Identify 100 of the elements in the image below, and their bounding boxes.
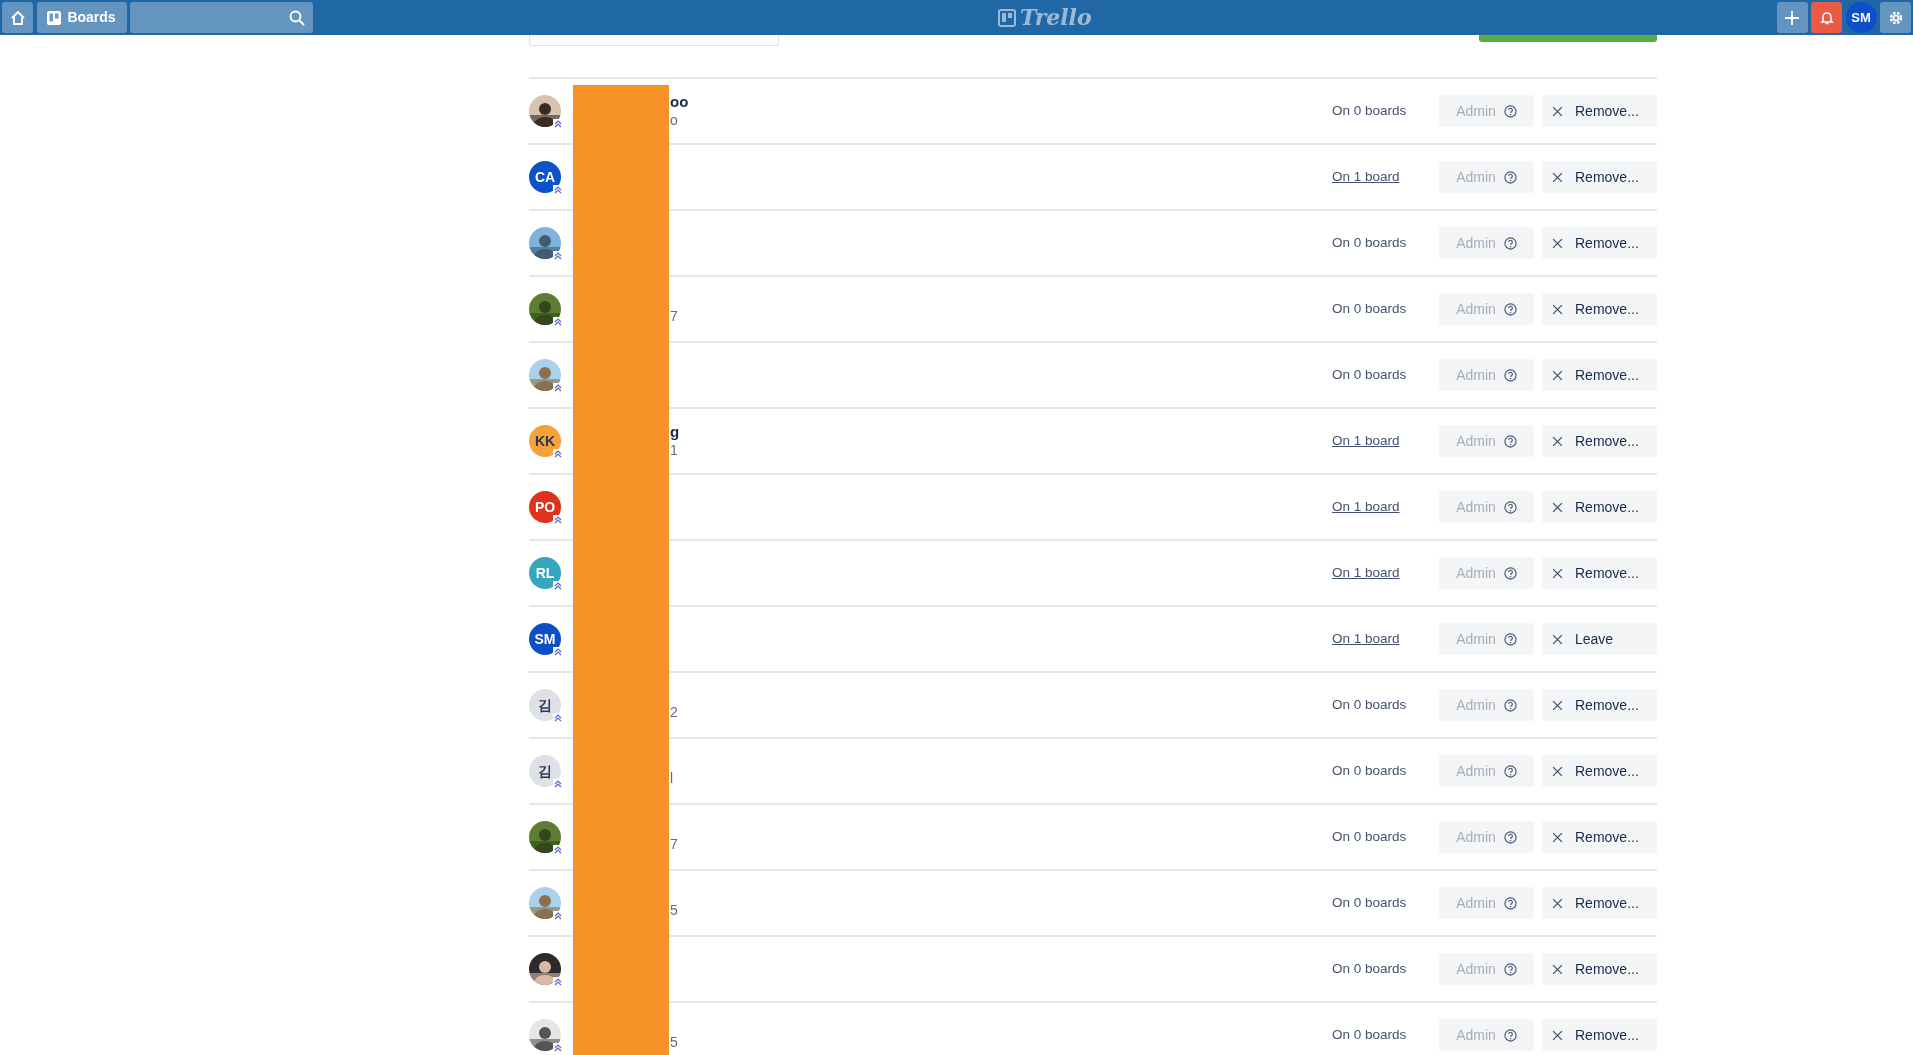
search-field[interactable] [130,2,313,33]
remove-button[interactable]: Remove... [1542,293,1657,325]
admin-badge-icon [553,383,563,393]
member-username: 2 [670,704,679,722]
admin-badge-icon [553,119,563,129]
home-button[interactable] [2,2,33,33]
add-button[interactable] [1776,2,1808,33]
remove-button[interactable]: Remove... [1542,689,1657,721]
close-icon [1552,435,1563,447]
member-username: 5 [670,902,679,920]
help-icon [1503,170,1517,184]
close-icon [1552,897,1563,909]
plus-icon [1784,9,1800,26]
help-icon [1503,632,1517,646]
boards-count: On 0 boards [1332,1025,1408,1044]
remove-button[interactable]: Remove... [1542,95,1657,127]
admin-badge-icon [553,647,563,657]
leave-button[interactable]: Leave [1542,623,1657,655]
admin-badge-icon [553,977,563,987]
help-icon [1503,104,1517,118]
close-icon [1552,303,1563,315]
member-username: 1 [670,441,679,460]
user-avatar: KK [529,425,561,457]
boards-count: On 0 boards [1332,761,1408,780]
member-username: l [670,770,675,788]
board-icon [47,10,62,25]
close-icon [1552,105,1563,117]
remove-button[interactable]: Remove... [1542,425,1657,457]
board-icon [997,8,1016,27]
admin-badge-icon [553,251,563,261]
help-icon [1503,896,1517,910]
remove-button[interactable]: Remove... [1542,887,1657,919]
user-avatar: RL [529,557,561,589]
admin-badge-icon [553,449,563,459]
remove-button[interactable]: Remove... [1542,491,1657,523]
help-icon [1503,368,1517,382]
remove-button[interactable]: Remove... [1542,953,1657,985]
member-username: 7 [670,308,679,326]
input-field[interactable] [529,35,779,46]
boards-count: On 0 boards [1332,959,1408,978]
member-name: g [670,422,681,442]
help-icon [1503,302,1517,316]
admin-badge-icon [553,185,563,195]
close-icon [1552,831,1563,843]
user-avatar: CA [529,161,561,193]
close-icon [1552,1029,1563,1041]
admin-badge-icon [553,845,563,855]
help-icon [1503,434,1517,448]
user-avatar: SM [529,623,561,655]
boards-count: On 0 boards [1332,299,1408,318]
boards-count: On 0 boards [1332,827,1408,846]
admin-badge-icon [553,581,563,591]
admin-badge-icon [553,911,563,921]
boards-count: On 0 boards [1332,893,1408,912]
admin-badge-icon [553,515,563,525]
admin-badge-icon [553,713,563,723]
bell-icon [1818,9,1835,26]
close-icon [1552,501,1563,513]
help-icon [1503,698,1517,712]
remove-button[interactable]: Remove... [1542,359,1657,391]
close-icon [1552,171,1563,183]
member-username: 7 [670,836,679,854]
close-icon [1552,237,1563,249]
member-username: o [670,111,679,130]
user-avatar: 김 [529,689,561,721]
search-icon [289,9,305,26]
remove-button[interactable]: Remove... [1542,161,1657,193]
remove-button[interactable]: Remove... [1542,1019,1657,1051]
notifications-button[interactable] [1811,2,1842,33]
user-avatar[interactable]: SM [1845,2,1877,33]
remove-button[interactable]: Remove... [1542,821,1657,853]
boards-count: On 0 boards [1332,695,1408,714]
settings-button[interactable] [1880,2,1911,33]
boards-link[interactable]: On 1 board [1332,628,1427,650]
admin-badge-icon [553,779,563,789]
boards-link[interactable]: On 1 board [1332,430,1427,452]
close-icon [1552,765,1563,777]
help-icon [1503,962,1517,976]
remove-button[interactable]: Remove... [1542,557,1657,589]
boards-link[interactable]: On 1 board [1332,562,1427,584]
remove-button[interactable]: Remove... [1542,227,1657,259]
boards-count: On 0 boards [1332,365,1408,384]
admin-badge-icon [553,317,563,327]
close-icon [1552,963,1563,975]
boards-link[interactable]: On 1 board [1332,496,1427,518]
remove-button[interactable]: Remove... [1542,755,1657,787]
home-icon [9,9,26,26]
boards-count: On 0 boards [1332,233,1408,252]
close-icon [1552,369,1563,381]
member-username: 5 [670,1034,679,1052]
help-icon [1503,566,1517,580]
user-avatar: PO [529,491,561,523]
close-icon [1552,567,1563,579]
help-icon [1503,830,1517,844]
boards-link[interactable]: On 1 board [1332,166,1427,188]
close-icon [1552,633,1563,645]
help-icon [1503,1028,1517,1042]
admin-badge-icon [553,1043,563,1053]
boards-count: On 0 boards [1332,101,1408,120]
help-icon [1503,236,1517,250]
